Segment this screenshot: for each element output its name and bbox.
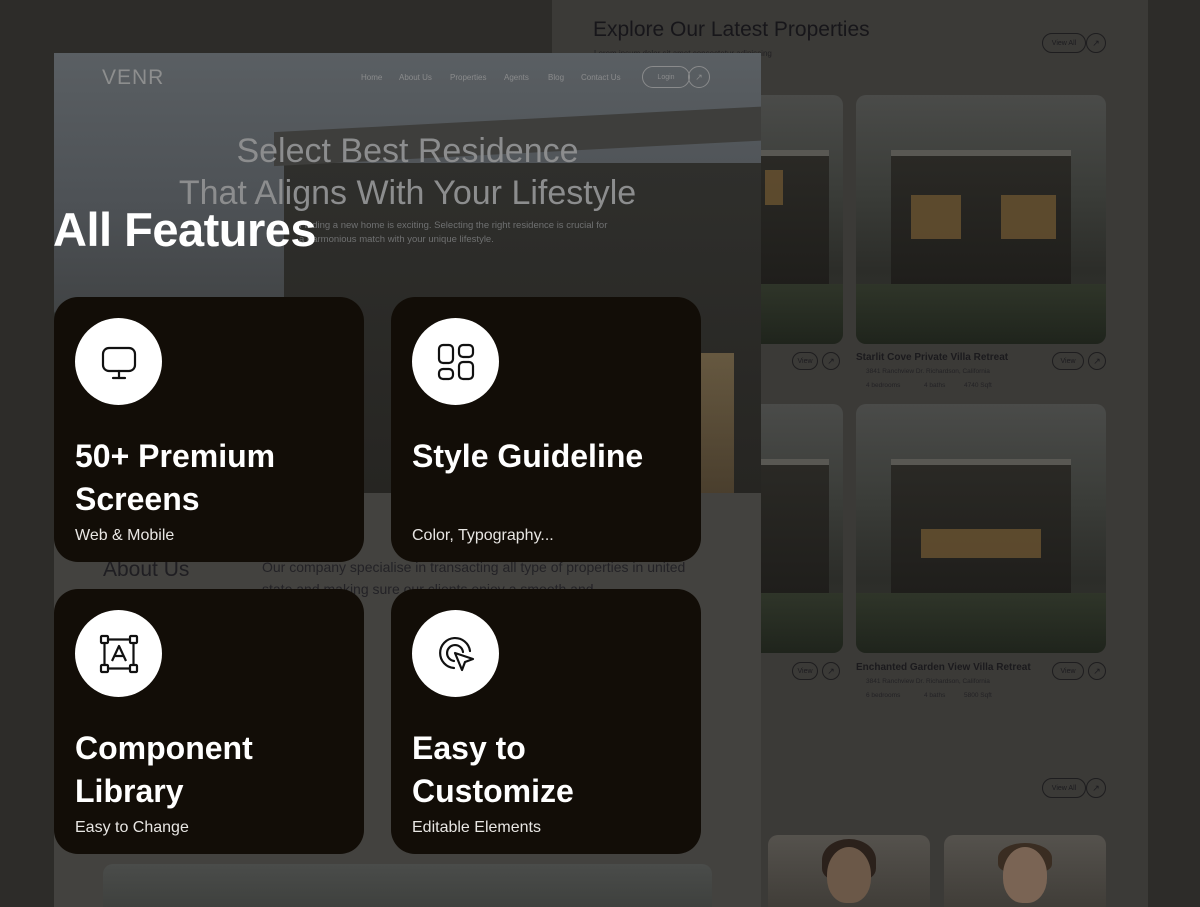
property-size: 5800 Sqft	[964, 692, 992, 699]
nav-about-us[interactable]: About Us	[399, 73, 432, 82]
property-image[interactable]	[856, 95, 1106, 344]
listing-title: Explore Our Latest Properties	[593, 18, 870, 41]
property-name[interactable]: Enchanted Garden View Villa Retreat	[856, 662, 1031, 673]
property-baths: 4 baths	[924, 692, 946, 699]
monitor-icon	[75, 318, 162, 405]
property-view-button[interactable]: View	[792, 662, 818, 680]
agents-view-all-button[interactable]: View All	[1042, 778, 1086, 798]
property-address: 3841 Ranchview Dr. Richardson, Californi…	[866, 368, 990, 375]
property-arrow-icon[interactable]: ↗	[1088, 352, 1106, 370]
property-bedrooms: 6 bedrooms	[866, 692, 901, 699]
view-all-arrow-icon[interactable]: ↗	[1086, 33, 1106, 53]
feature-card-title: Style Guideline	[412, 438, 644, 474]
cursor-click-icon	[412, 610, 499, 697]
login-arrow-icon[interactable]: ↗	[688, 66, 710, 88]
venr-logo[interactable]: VENR	[102, 66, 164, 90]
grid-icon	[412, 318, 499, 405]
hero-bottom-image	[103, 864, 712, 907]
nav-blog[interactable]: Blog	[548, 73, 564, 82]
property-arrow-icon[interactable]: ↗	[822, 352, 840, 370]
nav-agents[interactable]: Agents	[504, 73, 529, 82]
hero-subtext-line1: Finding a new home is exciting. Selectin…	[299, 220, 608, 231]
feature-card-style-guideline: Style Guideline Color, Typography...	[391, 297, 701, 562]
nav-contact-us[interactable]: Contact Us	[581, 73, 621, 82]
view-all-button[interactable]: View All	[1042, 33, 1086, 53]
feature-card-subtitle: Editable Elements	[412, 819, 541, 836]
property-size: 4740 Sqft	[964, 382, 992, 389]
feature-card-subtitle: Color, Typography...	[412, 527, 554, 544]
property-view-button[interactable]: View	[1052, 662, 1084, 680]
property-arrow-icon[interactable]: ↗	[822, 662, 840, 680]
property-name[interactable]: Starlit Cove Private Villa Retreat	[856, 352, 1008, 363]
property-bedrooms: 4 bedrooms	[866, 382, 901, 389]
property-view-button[interactable]: View	[792, 352, 818, 370]
login-button[interactable]: Login	[642, 66, 690, 88]
feature-card-easy-customize: Easy to Customize Editable Elements	[391, 589, 701, 854]
component-icon	[75, 610, 162, 697]
features-title: All Features	[53, 203, 317, 256]
hero-subtext-line2: a harmonious match with your unique life…	[299, 234, 494, 245]
feature-card-subtitle: Easy to Change	[75, 819, 189, 836]
agents-view-all-arrow-icon[interactable]: ↗	[1086, 778, 1106, 798]
nav-home[interactable]: Home	[361, 73, 382, 82]
property-address: 3841 Ranchview Dr. Richardson, Californi…	[866, 678, 990, 685]
feature-card-title: 50+ Premium Screens	[75, 438, 276, 517]
feature-card-title: Easy to Customize	[412, 730, 574, 809]
property-image[interactable]	[856, 404, 1106, 653]
feature-card-subtitle: Web & Mobile	[75, 527, 175, 544]
feature-card-premium-screens: 50+ Premium Screens Web & Mobile	[54, 297, 364, 562]
nav-properties[interactable]: Properties	[450, 73, 486, 82]
property-arrow-icon[interactable]: ↗	[1088, 662, 1106, 680]
property-baths: 4 baths	[924, 382, 946, 389]
property-view-button[interactable]: View	[1052, 352, 1084, 370]
agent-photo[interactable]	[944, 835, 1106, 907]
feature-card-component-library: Component Library Easy to Change	[54, 589, 364, 854]
feature-card-title: Component Library	[75, 730, 253, 809]
hero-heading-line1: Select Best Residence	[236, 132, 579, 170]
agent-photo[interactable]	[768, 835, 930, 907]
